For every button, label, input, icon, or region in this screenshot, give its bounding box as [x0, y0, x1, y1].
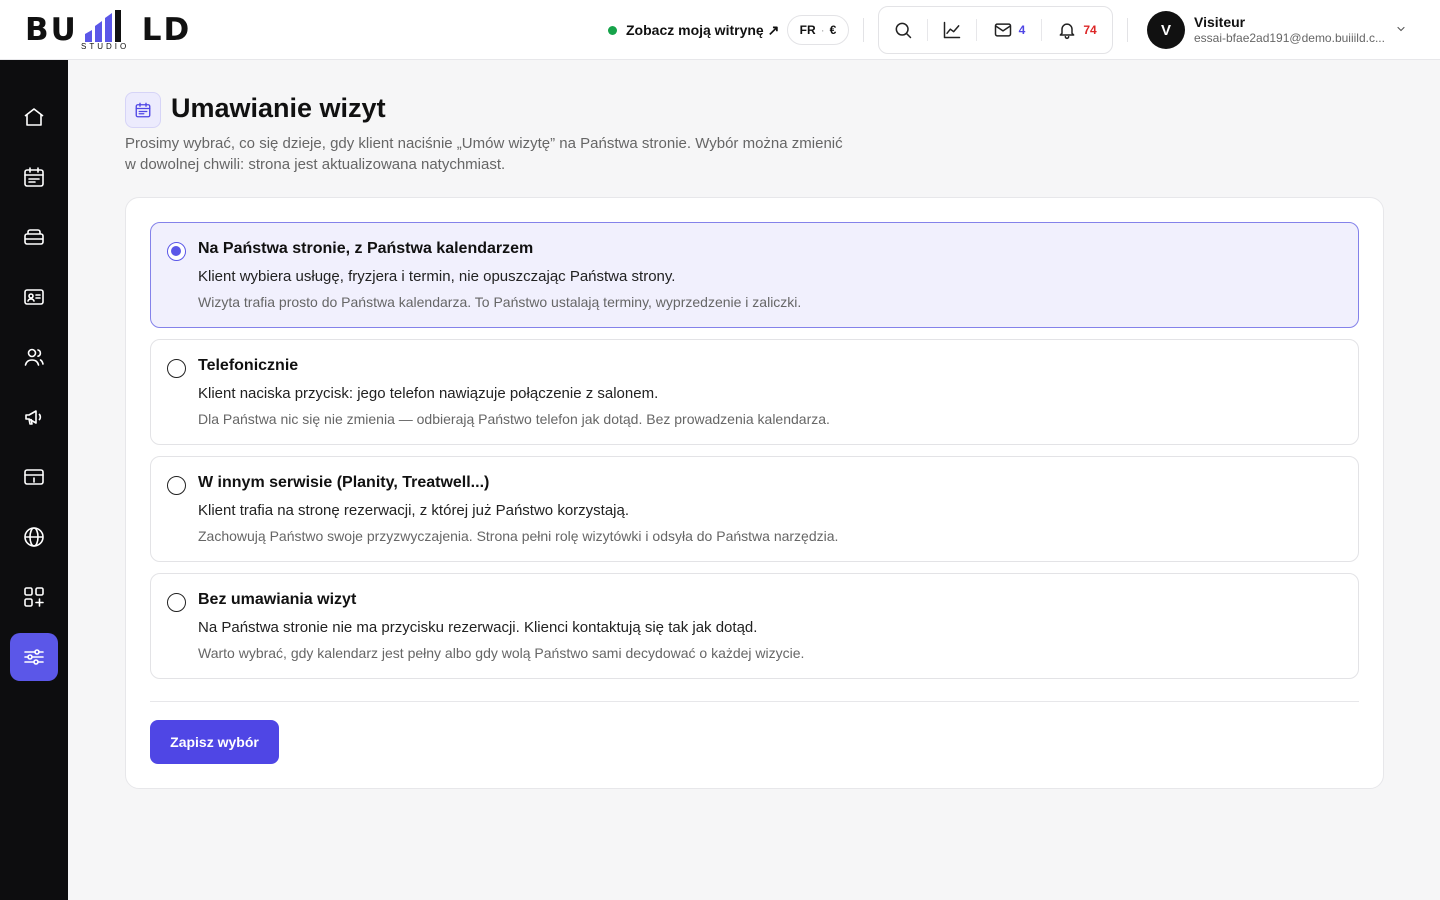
sidebar-item-contacts[interactable] [10, 273, 58, 321]
payment-icon [24, 469, 44, 485]
page-title-icon [125, 92, 161, 128]
view-site-link[interactable]: Zobacz moją witrynę ↗ [608, 19, 779, 41]
users-icon [24, 348, 44, 366]
option-summary: Klient wybiera usługę, fryzjera i termin… [198, 268, 676, 285]
sidebar-item-marketing[interactable] [10, 393, 58, 441]
online-status-dot [608, 25, 617, 35]
option-detail: Zachowują Państwo swoje przyzwyczajenia.… [198, 528, 839, 544]
logo-subtitle: STUDIO [81, 42, 130, 51]
option-summary: Na Państwa stronie nie ma przycisku reze… [198, 619, 758, 636]
booking-options-card: Na Państwa stronie, z Państwa kalendarze… [125, 197, 1384, 789]
chart-icon [943, 21, 961, 39]
option-title: Bez umawiania wizyt [198, 591, 357, 608]
notification-count-badge: 74 [1083, 23, 1097, 37]
sidebar [0, 60, 68, 900]
apps-icon [24, 587, 44, 607]
sidebar-item-clients[interactable] [10, 333, 58, 381]
option-summary: Klient trafia na stronę rezerwacji, z kt… [198, 502, 630, 519]
settings-sliders-icon [24, 649, 44, 665]
home-icon [24, 108, 44, 126]
view-site-label: Zobacz moją witrynę ↗ [626, 21, 780, 38]
search-button[interactable] [879, 7, 927, 53]
sidebar-item-home[interactable] [10, 93, 58, 141]
build-studio-logo[interactable]: BU LD STUDIO [25, 8, 189, 52]
radio-button[interactable] [167, 593, 186, 612]
option-phone[interactable]: Telefonicznie Klient naciska przycisk: j… [150, 339, 1359, 445]
divider [1127, 18, 1128, 42]
language-label: FR [799, 23, 816, 37]
save-choice-button[interactable]: Zapisz wybór [150, 720, 279, 764]
megaphone-icon [25, 410, 42, 425]
option-no-booking[interactable]: Bez umawiania wizyt Na Państwa stronie n… [150, 573, 1359, 679]
globe-icon [24, 527, 44, 547]
radio-button[interactable] [167, 359, 186, 378]
language-currency-switch[interactable]: FR · € [787, 15, 849, 45]
bell-icon [1059, 23, 1075, 40]
chevron-down-icon [1397, 26, 1405, 32]
divider [863, 18, 864, 42]
avatar: V [1147, 11, 1185, 49]
user-name: Visiteur [1194, 14, 1246, 30]
option-external-service[interactable]: W innym serwisie (Planity, Treatwell...)… [150, 456, 1359, 562]
option-title: Telefonicznie [198, 357, 299, 374]
radio-button[interactable] [167, 476, 186, 495]
sidebar-item-calendar[interactable] [10, 153, 58, 201]
page-title: Umawianie wizyt [171, 93, 386, 123]
mail-count-badge: 4 [1018, 23, 1026, 37]
page-description: Prosimy wybrać, co się dzieje, gdy klien… [125, 135, 843, 173]
separator-dot: · [820, 23, 825, 37]
radio-button[interactable] [167, 242, 186, 261]
sidebar-item-services[interactable] [10, 213, 58, 261]
option-detail: Warto wybrać, gdy kalendarz jest pełny a… [198, 645, 805, 661]
option-detail: Wizyta trafia prosto do Państwa kalendar… [198, 294, 802, 310]
option-summary: Klient naciska przycisk: jego telefon na… [198, 385, 659, 402]
notifications-button[interactable]: 74 [1042, 7, 1112, 53]
option-title: Na Państwa stronie, z Państwa kalendarze… [198, 240, 534, 257]
option-detail: Dla Państwa nic się nie zmienia — odbier… [198, 411, 830, 427]
option-own-calendar[interactable]: Na Państwa stronie, z Państwa kalendarze… [150, 222, 1359, 328]
sidebar-item-payments[interactable] [10, 453, 58, 501]
calendar-icon [24, 167, 44, 187]
mail-icon [994, 23, 1011, 37]
currency-label: € [829, 23, 837, 37]
stats-button[interactable] [928, 7, 976, 53]
search-icon [895, 22, 912, 39]
user-email: essai-bfae2ad191@demo.buiiild.c... [1194, 31, 1385, 45]
sidebar-item-apps[interactable] [10, 573, 58, 621]
top-bar: BU LD STUDIO Zobacz moją witrynę ↗ FR · … [0, 0, 1440, 60]
messages-button[interactable]: 4 [977, 7, 1041, 53]
sidebar-item-website[interactable] [10, 513, 58, 561]
option-title: W innym serwisie (Planity, Treatwell...) [198, 474, 490, 491]
divider [150, 701, 1359, 702]
user-menu[interactable]: V Visiteur essai-bfae2ad191@demo.buiiild… [1147, 11, 1417, 49]
sidebar-item-settings[interactable] [10, 633, 58, 681]
services-icon [24, 229, 44, 245]
contact-card-icon [24, 289, 44, 305]
calendar-icon [135, 102, 151, 118]
toolbar-group: 4 74 [878, 6, 1113, 54]
